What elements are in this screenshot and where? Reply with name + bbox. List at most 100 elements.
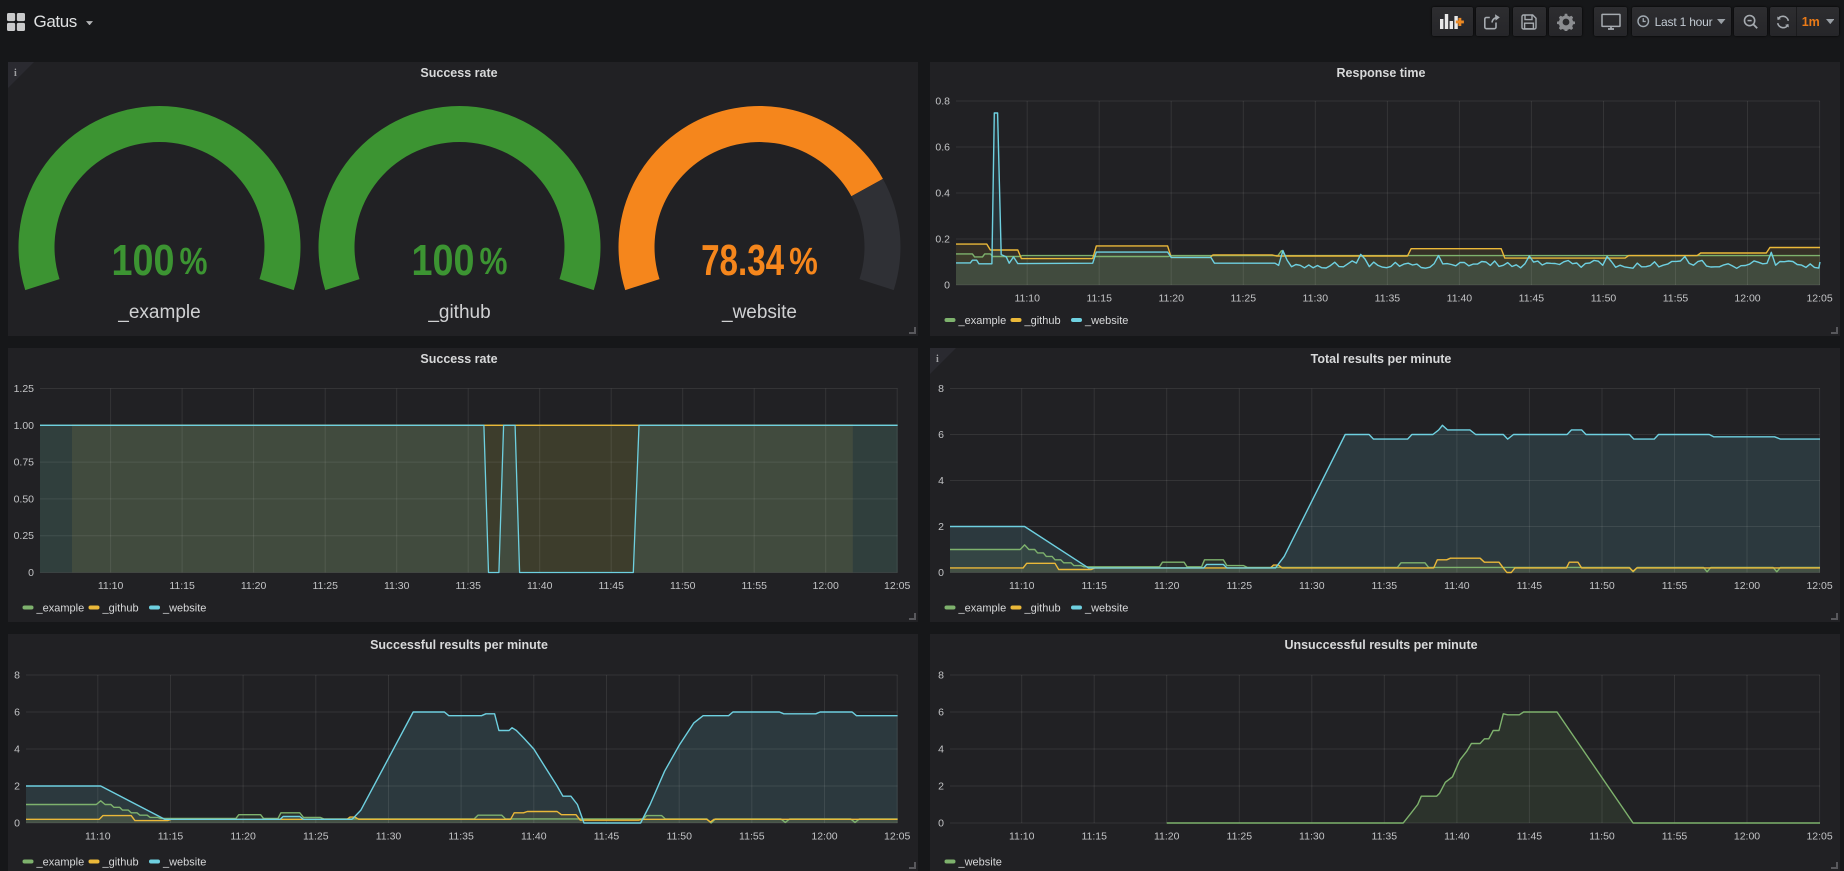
svg-text:_website: _website <box>1084 315 1128 327</box>
svg-text:_github: _github <box>1024 315 1061 327</box>
svg-text:%: % <box>180 241 208 283</box>
svg-text:4: 4 <box>14 744 20 756</box>
svg-text:11:55: 11:55 <box>1663 293 1689 305</box>
svg-text:11:45: 11:45 <box>1519 293 1545 305</box>
svg-text:0: 0 <box>14 818 20 830</box>
svg-text:0.4: 0.4 <box>935 188 950 200</box>
svg-text:12:05: 12:05 <box>884 831 910 843</box>
svg-text:6: 6 <box>938 429 944 441</box>
svg-text:8: 8 <box>14 670 20 682</box>
svg-text:11:35: 11:35 <box>1372 831 1398 843</box>
svg-text:11:50: 11:50 <box>1589 831 1615 843</box>
svg-text:11:15: 11:15 <box>1081 580 1107 592</box>
svg-text:_example: _example <box>958 315 1007 327</box>
svg-text:11:30: 11:30 <box>376 831 402 843</box>
svg-text:11:15: 11:15 <box>169 580 195 592</box>
svg-text:%: % <box>789 241 818 283</box>
svg-text:11:40: 11:40 <box>1447 293 1473 305</box>
svg-text:11:25: 11:25 <box>1227 580 1253 592</box>
svg-text:2: 2 <box>14 781 20 793</box>
svg-text:11:45: 11:45 <box>1517 580 1543 592</box>
svg-text:11:50: 11:50 <box>666 831 692 843</box>
svg-text:11:15: 11:15 <box>1081 831 1107 843</box>
svg-text:11:50: 11:50 <box>1589 580 1615 592</box>
svg-text:11:30: 11:30 <box>1299 831 1325 843</box>
svg-text:11:40: 11:40 <box>1444 831 1470 843</box>
svg-text:4: 4 <box>938 475 944 487</box>
svg-text:11:35: 11:35 <box>448 831 474 843</box>
svg-text:8: 8 <box>938 670 944 682</box>
svg-text:11:35: 11:35 <box>455 580 481 592</box>
svg-text:0: 0 <box>944 280 950 292</box>
svg-text:12:00: 12:00 <box>1734 293 1760 305</box>
svg-text:11:20: 11:20 <box>1158 293 1184 305</box>
svg-text:6: 6 <box>14 707 20 719</box>
svg-text:12:05: 12:05 <box>884 580 910 592</box>
svg-text:100: 100 <box>412 236 475 285</box>
svg-text:4: 4 <box>938 744 944 756</box>
svg-text:0: 0 <box>28 567 34 579</box>
svg-text:1.00: 1.00 <box>14 420 35 432</box>
svg-text:_example: _example <box>36 857 85 869</box>
svg-text:11:20: 11:20 <box>1154 831 1180 843</box>
svg-text:78.34: 78.34 <box>701 236 784 285</box>
svg-text:_example: _example <box>117 302 200 323</box>
svg-text:6: 6 <box>938 707 944 719</box>
svg-text:11:40: 11:40 <box>521 831 547 843</box>
svg-text:11:40: 11:40 <box>527 580 553 592</box>
svg-text:11:25: 11:25 <box>303 831 329 843</box>
svg-text:0.25: 0.25 <box>14 530 35 542</box>
svg-text:11:20: 11:20 <box>1154 580 1180 592</box>
svg-text:11:30: 11:30 <box>1299 580 1325 592</box>
svg-text:0.75: 0.75 <box>14 457 35 469</box>
svg-text:_github: _github <box>102 857 139 869</box>
svg-text:11:50: 11:50 <box>1591 293 1617 305</box>
svg-text:2: 2 <box>938 521 944 533</box>
svg-text:_example: _example <box>958 603 1007 615</box>
svg-text:12:00: 12:00 <box>811 831 837 843</box>
svg-text:_website: _website <box>958 857 1002 869</box>
svg-text:11:15: 11:15 <box>158 831 184 843</box>
svg-text:11:25: 11:25 <box>312 580 338 592</box>
svg-text:0.50: 0.50 <box>14 493 35 505</box>
svg-text:_github: _github <box>102 603 139 615</box>
svg-text:11:55: 11:55 <box>739 831 765 843</box>
svg-text:11:10: 11:10 <box>1014 293 1040 305</box>
svg-text:11:45: 11:45 <box>594 831 620 843</box>
svg-text:11:55: 11:55 <box>741 580 767 592</box>
svg-text:0: 0 <box>938 567 944 579</box>
svg-text:11:20: 11:20 <box>230 831 256 843</box>
svg-text:11:15: 11:15 <box>1086 293 1112 305</box>
svg-text:%: % <box>480 241 508 283</box>
svg-text:11:30: 11:30 <box>1303 293 1329 305</box>
svg-text:11:50: 11:50 <box>670 580 696 592</box>
svg-text:12:00: 12:00 <box>1734 580 1760 592</box>
svg-text:11:55: 11:55 <box>1662 831 1688 843</box>
svg-text:i: i <box>14 68 17 79</box>
svg-text:0.8: 0.8 <box>935 96 950 108</box>
svg-text:12:05: 12:05 <box>1806 831 1832 843</box>
svg-text:11:25: 11:25 <box>1231 293 1257 305</box>
svg-text:_website: _website <box>1084 603 1128 615</box>
svg-text:_website: _website <box>162 857 206 869</box>
svg-text:11:25: 11:25 <box>1227 831 1253 843</box>
svg-text:11:35: 11:35 <box>1375 293 1401 305</box>
svg-text:11:40: 11:40 <box>1444 580 1470 592</box>
svg-text:0: 0 <box>938 818 944 830</box>
svg-text:_example: _example <box>36 603 85 615</box>
svg-text:11:10: 11:10 <box>1009 580 1035 592</box>
svg-text:12:05: 12:05 <box>1806 293 1832 305</box>
svg-text:_github: _github <box>1024 603 1061 615</box>
svg-text:12:00: 12:00 <box>813 580 839 592</box>
svg-text:8: 8 <box>938 383 944 395</box>
svg-text:_github: _github <box>427 302 490 323</box>
svg-text:11:10: 11:10 <box>85 831 111 843</box>
svg-text:11:55: 11:55 <box>1662 580 1688 592</box>
svg-text:11:20: 11:20 <box>241 580 267 592</box>
svg-text:_website: _website <box>162 603 206 615</box>
svg-text:i: i <box>936 354 939 365</box>
svg-text:11:45: 11:45 <box>598 580 624 592</box>
svg-text:12:00: 12:00 <box>1734 831 1760 843</box>
svg-text:11:30: 11:30 <box>384 580 410 592</box>
svg-text:11:10: 11:10 <box>1009 831 1035 843</box>
